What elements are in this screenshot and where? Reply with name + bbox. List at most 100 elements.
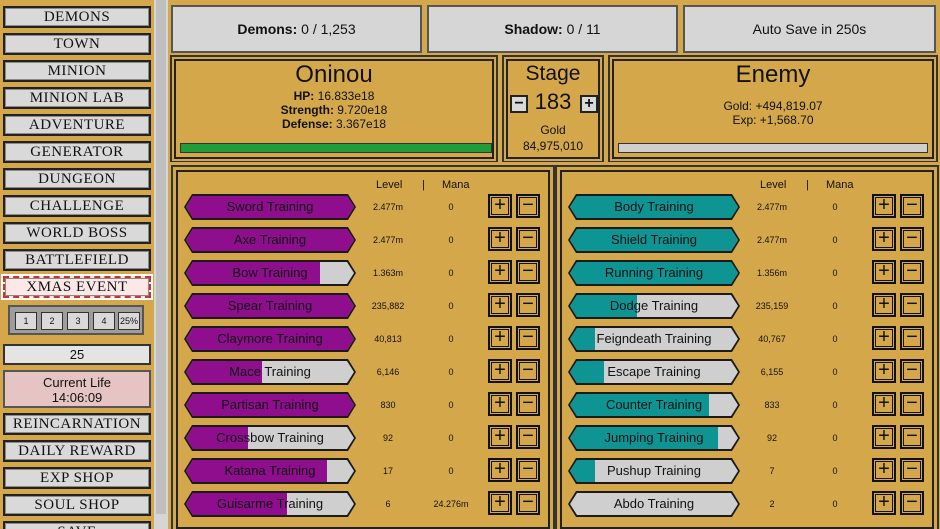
training-level: 235,882 (371, 301, 405, 311)
training-minus-button[interactable]: − (900, 293, 924, 317)
nav-button-town[interactable]: TOWN (1, 31, 153, 57)
training-plus-button[interactable]: + (488, 293, 512, 317)
speed-button-4[interactable]: 4 (93, 312, 115, 330)
level-header: Level (376, 179, 403, 191)
training-minus-button[interactable]: − (516, 260, 540, 284)
training-plus-button[interactable]: + (872, 425, 896, 449)
training-plus-button[interactable]: + (488, 194, 512, 218)
training-plus-button[interactable]: + (872, 293, 896, 317)
stage-minus-button[interactable]: − (510, 95, 528, 113)
enemy-exp: Exp: +1,568.70 (732, 113, 814, 127)
scrollbar-thumb[interactable] (156, 0, 166, 514)
nav-button-daily-reward[interactable]: DAILY REWARD (1, 438, 153, 464)
training-label: Katana Training (224, 463, 316, 478)
training-level: 1.356m (756, 268, 788, 278)
training-plus-button[interactable]: + (872, 227, 896, 251)
training-minus-button[interactable]: − (516, 425, 540, 449)
training-minus-button[interactable]: − (900, 326, 924, 350)
hp-value: 16.833e18 (317, 89, 375, 103)
training-row: Bow Training 1.363m 0 + − (184, 260, 546, 286)
stage-gold-label: Gold (540, 123, 566, 137)
nav-button-challenge[interactable]: CHALLENGE (1, 193, 153, 219)
nav-button-reincarnation[interactable]: REINCARNATION (1, 411, 153, 437)
column-separator: | (806, 179, 809, 191)
speed-button-25pct[interactable]: 25% (118, 312, 140, 330)
nav-button-battlefield[interactable]: BATTLEFIELD (1, 247, 153, 273)
training-plus-button[interactable]: + (872, 260, 896, 284)
training-label: Mace Training (229, 364, 311, 379)
training-minus-button[interactable]: − (516, 194, 540, 218)
training-label: Abdo Training (613, 496, 695, 511)
current-life-label: Current Life (43, 375, 111, 390)
nav-button-demons[interactable]: DEMONS (1, 4, 153, 30)
training-level: 17 (382, 466, 393, 476)
training-label: Axe Training (233, 232, 307, 247)
nav-button-world-boss[interactable]: WORLD BOSS (1, 220, 153, 246)
training-plus-button[interactable]: + (872, 359, 896, 383)
training-plus-button[interactable]: + (872, 392, 896, 416)
training-minus-button[interactable]: − (516, 326, 540, 350)
training-minus-button[interactable]: − (900, 227, 924, 251)
training-plus-button[interactable]: + (488, 326, 512, 350)
training-label: Partisan Training (221, 397, 319, 412)
training-plus-button[interactable]: + (488, 260, 512, 284)
training-minus-button[interactable]: − (900, 392, 924, 416)
nav-button-xmas-event[interactable]: XMAS EVENT (1, 274, 153, 300)
nav-button-minion[interactable]: MINION (1, 58, 153, 84)
training-minus-button[interactable]: − (900, 425, 924, 449)
training-minus-button[interactable]: − (516, 293, 540, 317)
training-level: 2.477m (756, 235, 788, 245)
speed-selector: 1 2 3 4 25% (8, 305, 144, 335)
demons-label: Demons: (237, 21, 298, 37)
training-minus-button[interactable]: − (516, 458, 540, 482)
training-plus-button[interactable]: + (872, 458, 896, 482)
training-label: Guisarme Training (216, 496, 324, 511)
nav-button-soul-shop[interactable]: SOUL SHOP (1, 492, 153, 518)
speed-button-2[interactable]: 2 (41, 312, 63, 330)
training-mana: 0 (448, 268, 454, 278)
training-plus-button[interactable]: + (488, 359, 512, 383)
nav-button-exp-shop[interactable]: EXP SHOP (1, 465, 153, 491)
nav-button-generator[interactable]: GENERATOR (1, 139, 153, 165)
training-mana: 0 (832, 202, 838, 212)
training-label: Spear Training (227, 298, 313, 313)
shadow-value: 0 / 11 (566, 21, 601, 37)
stage-plus-button[interactable]: + (580, 95, 598, 113)
training-minus-button[interactable]: − (900, 359, 924, 383)
stage-title: Stage (525, 62, 581, 85)
training-minus-button[interactable]: − (900, 491, 924, 515)
nav-button-adventure[interactable]: ADVENTURE (1, 112, 153, 138)
training-label: Pushup Training (607, 463, 701, 478)
training-minus-button[interactable]: − (900, 458, 924, 482)
nav-button-save[interactable]: SAVE (1, 519, 153, 529)
training-plus-button[interactable]: + (488, 425, 512, 449)
training-level: 6,146 (376, 367, 400, 377)
nav-button-minion-lab[interactable]: MINION LAB (1, 85, 153, 111)
training-minus-button[interactable]: − (900, 260, 924, 284)
defense-label: Defense: (281, 117, 333, 131)
training-plus-button[interactable]: + (488, 227, 512, 251)
speed-button-3[interactable]: 3 (67, 312, 89, 330)
enemy-gold: Gold: +494,819.07 (723, 99, 823, 113)
column-separator: | (422, 179, 425, 191)
player-defense: Defense: 3.367e18 (176, 117, 492, 131)
mana-header: Mana (442, 179, 470, 191)
training-plus-button[interactable]: + (872, 326, 896, 350)
training-minus-button[interactable]: − (516, 227, 540, 251)
shadow-count: Shadow: 0 / 11 (427, 5, 678, 53)
training-plus-button[interactable]: + (488, 392, 512, 416)
training-mana: 0 (832, 400, 838, 410)
training-row: Shield Training 2.477m 0 + − (568, 227, 930, 253)
training-plus-button[interactable]: + (872, 491, 896, 515)
training-minus-button[interactable]: − (516, 392, 540, 416)
training-mana: 0 (832, 367, 838, 377)
training-minus-button[interactable]: − (516, 491, 540, 515)
training-plus-button[interactable]: + (488, 491, 512, 515)
training-minus-button[interactable]: − (516, 359, 540, 383)
training-plus-button[interactable]: + (488, 458, 512, 482)
training-minus-button[interactable]: − (900, 194, 924, 218)
training-row: Axe Training 2.477m 0 + − (184, 227, 546, 253)
training-plus-button[interactable]: + (872, 194, 896, 218)
nav-button-dungeon[interactable]: DUNGEON (1, 166, 153, 192)
speed-button-1[interactable]: 1 (15, 312, 37, 330)
